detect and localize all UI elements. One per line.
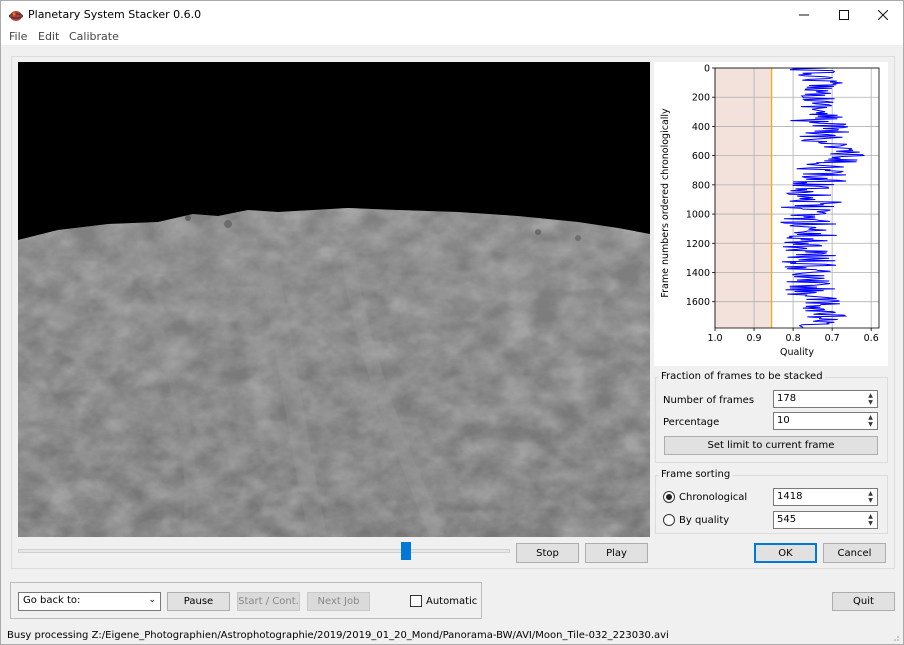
spin-arrows-icon[interactable]: ▲ ▼: [865, 414, 876, 428]
x-axis-label: Quality: [780, 347, 814, 358]
menu-edit[interactable]: Edit: [38, 30, 59, 43]
menu-bar: File Edit Calibrate: [1, 29, 903, 45]
y-tick-label: 1000: [686, 210, 710, 221]
pause-button[interactable]: Pause: [167, 592, 230, 611]
percentage-value: 10: [777, 415, 790, 426]
percentage-label: Percentage: [663, 417, 720, 428]
window-title: Planetary System Stacker 0.6.0: [28, 8, 202, 21]
go-back-combo[interactable]: Go back to: ⌄: [18, 592, 161, 611]
menu-file[interactable]: File: [9, 30, 27, 43]
frame-slider-handle[interactable]: [401, 542, 411, 560]
y-tick-label: 600: [692, 151, 710, 162]
x-tick-label: 0.7: [825, 333, 840, 344]
stop-button[interactable]: Stop: [516, 543, 579, 563]
set-limit-button[interactable]: Set limit to current frame: [664, 436, 878, 455]
spin-arrows-icon[interactable]: ▲ ▼: [865, 513, 876, 527]
play-button[interactable]: Play: [585, 543, 648, 563]
y-tick-label: 1200: [686, 239, 710, 250]
y-axis-label: Frame numbers ordered chronologically: [660, 108, 671, 298]
resize-grip-icon[interactable]: [891, 633, 899, 641]
title-bar: Planetary System Stacker 0.6.0: [1, 1, 903, 29]
quality-label: By quality: [679, 515, 730, 526]
y-tick-label: 1400: [686, 268, 710, 279]
chronological-label: Chronological: [679, 492, 748, 503]
selected-quality-band: [715, 68, 772, 328]
go-back-value: Go back to:: [23, 595, 81, 606]
y-tick-label: 200: [692, 93, 710, 104]
sorting-group-title: Frame sorting: [659, 469, 733, 480]
status-bar: Busy processing Z:/Eigene_Photographien/…: [1, 628, 903, 645]
automatic-label: Automatic: [426, 596, 478, 607]
percentage-spinbox[interactable]: 10 ▲ ▼: [773, 412, 878, 430]
chronological-spinbox[interactable]: 1418 ▲ ▼: [773, 488, 878, 506]
maximize-button[interactable]: [824, 1, 864, 29]
x-tick-label: 0.9: [746, 333, 761, 344]
fraction-group-title: Fraction of frames to be stacked: [659, 371, 825, 382]
quit-button[interactable]: Quit: [832, 592, 895, 611]
ok-button[interactable]: OK: [754, 543, 817, 563]
quality-plot: 1.0 0.9 0.8 0.7 0.6 0 200 400 600 800 1000 1200 1400…: [654, 62, 888, 366]
next-job-button[interactable]: Next Job: [307, 592, 370, 611]
close-icon: [878, 10, 888, 20]
chronological-radio[interactable]: [663, 491, 675, 503]
y-tick-label: 800: [692, 180, 710, 191]
main-window: Planetary System Stacker 0.6.0 File Edit…: [0, 0, 904, 645]
chronological-value: 1418: [777, 491, 803, 502]
spin-arrows-icon[interactable]: ▲ ▼: [865, 392, 876, 406]
spin-arrows-icon[interactable]: ▲ ▼: [865, 490, 876, 504]
frames-value: 178: [777, 393, 797, 404]
maximize-icon: [839, 10, 849, 20]
menu-calibrate[interactable]: Calibrate: [69, 30, 119, 43]
quality-spinbox[interactable]: 545 ▲ ▼: [773, 511, 878, 529]
close-button[interactable]: [863, 1, 903, 29]
automatic-checkbox[interactable]: [410, 595, 422, 607]
x-tick-label: 1.0: [707, 333, 722, 344]
chevron-down-icon: ⌄: [148, 595, 156, 605]
start-continue-button[interactable]: Start / Cont.: [237, 592, 300, 611]
y-tick-label: 0: [704, 64, 710, 75]
quality-value: 545: [777, 514, 797, 525]
x-tick-label: 0.8: [786, 333, 801, 344]
frame-viewer[interactable]: [18, 62, 650, 537]
y-tick-label: 1600: [686, 297, 710, 308]
minimize-icon: [799, 14, 809, 16]
y-tick-label: 400: [692, 122, 710, 133]
status-text: Busy processing Z:/Eigene_Photographien/…: [7, 630, 669, 641]
frames-spinbox[interactable]: 178 ▲ ▼: [773, 390, 878, 408]
quality-radio[interactable]: [663, 514, 675, 526]
cancel-button[interactable]: Cancel: [823, 543, 886, 563]
x-tick-label: 0.6: [864, 333, 879, 344]
app-icon: [9, 11, 23, 21]
frame-slider-track[interactable]: [18, 549, 510, 553]
minimize-button[interactable]: [784, 1, 824, 29]
frames-label: Number of frames: [663, 395, 755, 406]
